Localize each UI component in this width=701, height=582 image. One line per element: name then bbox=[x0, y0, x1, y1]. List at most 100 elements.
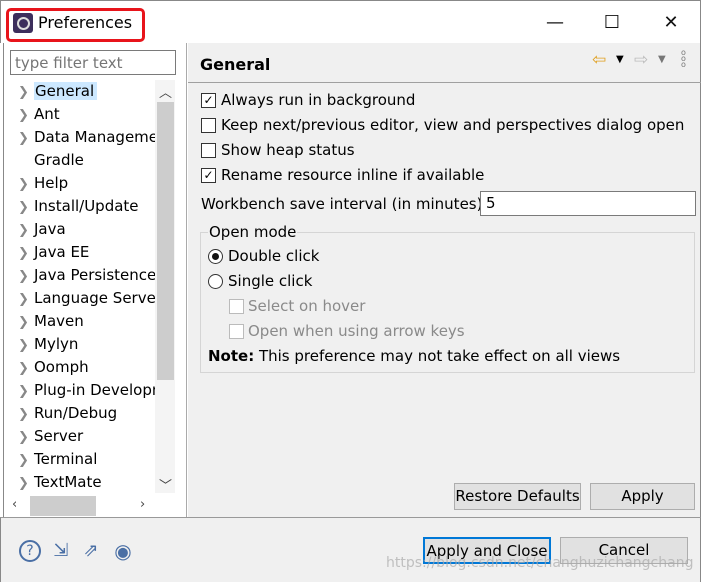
tree-item[interactable]: ❯Language Servers bbox=[18, 287, 156, 309]
window-title: Preferences bbox=[38, 13, 133, 32]
watermark: https://blog.csdn.net/changhuzichangchan… bbox=[386, 555, 694, 571]
scroll-left-icon[interactable]: ‹ bbox=[12, 497, 17, 512]
tree-item[interactable]: ❯Data Management bbox=[18, 126, 156, 148]
expand-chevron-icon[interactable]: ❯ bbox=[18, 197, 34, 217]
option-label: Rename resource inline if available bbox=[221, 166, 485, 184]
interval-label: Workbench save interval (in minutes): bbox=[201, 195, 488, 213]
option-checkbox[interactable] bbox=[201, 118, 216, 133]
expand-chevron-icon[interactable]: ❯ bbox=[18, 266, 34, 286]
vertical-scroll-thumb[interactable] bbox=[157, 102, 174, 380]
expand-chevron-icon[interactable]: ❯ bbox=[18, 82, 34, 102]
tree-item-label: Oomph bbox=[34, 358, 89, 376]
expand-chevron-icon[interactable]: ❯ bbox=[18, 404, 34, 424]
option-checkbox[interactable] bbox=[201, 143, 216, 158]
tree-item-label: Help bbox=[34, 174, 69, 192]
horizontal-scroll-thumb[interactable] bbox=[30, 496, 96, 516]
tree-item-label: Ant bbox=[34, 105, 60, 123]
maximize-button[interactable]: ☐ bbox=[597, 12, 627, 33]
expand-chevron-icon[interactable]: ❯ bbox=[18, 381, 34, 401]
note: Note: This preference may not take effec… bbox=[208, 347, 620, 365]
tree-item[interactable]: ❯ Maven bbox=[18, 310, 156, 332]
scroll-right-icon[interactable]: › bbox=[140, 497, 145, 512]
option-label: Keep next/previous editor, view and pers… bbox=[221, 116, 685, 134]
tree-item[interactable]: Gradle bbox=[18, 149, 156, 171]
tree-item[interactable]: ❯ Oomph bbox=[18, 356, 156, 378]
save-interval-input[interactable]: 5 bbox=[480, 191, 696, 216]
tree-item-label: Java Persistence bbox=[34, 266, 156, 284]
tree-item[interactable]: ❯ Mylyn bbox=[18, 333, 156, 355]
tree-item-label: Server bbox=[34, 427, 84, 445]
expand-chevron-icon[interactable]: ❯ bbox=[18, 427, 34, 447]
tree-item[interactable]: ❯ Install/Update bbox=[18, 195, 156, 217]
tree-item-label: Java bbox=[34, 220, 66, 238]
select-on-hover-label: Select on hover bbox=[248, 297, 366, 315]
tree-item[interactable]: ❯ Terminal bbox=[18, 448, 156, 470]
single-click-radio[interactable] bbox=[208, 274, 223, 289]
expand-chevron-icon[interactable]: ❯ bbox=[18, 450, 34, 470]
record-icon[interactable]: ◉ bbox=[112, 540, 134, 562]
tree-item[interactable]: ❯ Server bbox=[18, 425, 156, 447]
note-text: This preference may not take effect on a… bbox=[254, 347, 621, 365]
tree-item-label: Gradle bbox=[34, 151, 84, 169]
tree-item[interactable]: ❯ General bbox=[18, 80, 156, 102]
export-icon[interactable]: ⇗ bbox=[80, 540, 102, 562]
tree-item[interactable]: ❯ Java EE bbox=[18, 241, 156, 263]
expand-chevron-icon[interactable]: ❯ bbox=[18, 312, 34, 332]
arrow-keys-label: Open when using arrow keys bbox=[248, 322, 465, 340]
expand-chevron-icon[interactable]: ❯ bbox=[18, 243, 34, 263]
forward-menu-icon[interactable]: ▼ bbox=[658, 54, 666, 65]
scroll-down-icon[interactable]: ﹀ bbox=[159, 475, 172, 494]
double-click-label: Double click bbox=[228, 247, 320, 265]
apply-button[interactable]: Apply bbox=[590, 483, 695, 510]
back-menu-icon[interactable]: ▼ bbox=[616, 54, 624, 65]
select-on-hover-checkbox[interactable] bbox=[229, 299, 244, 314]
expand-chevron-icon[interactable]: ❯ bbox=[18, 289, 34, 309]
option-checkbox[interactable]: ✓ bbox=[201, 168, 216, 183]
expand-chevron-icon[interactable]: ❯ bbox=[18, 128, 34, 148]
single-click-label: Single click bbox=[228, 272, 313, 290]
forward-icon[interactable]: ⇨ bbox=[634, 50, 648, 70]
tree-item-label: Language Servers bbox=[34, 289, 156, 307]
tree-item[interactable]: ❯Plug-in Development bbox=[18, 379, 156, 401]
expand-chevron-icon[interactable]: ❯ bbox=[18, 358, 34, 378]
double-click-radio[interactable] bbox=[208, 249, 223, 264]
filter-input[interactable] bbox=[10, 50, 176, 75]
page-title: General bbox=[200, 55, 271, 74]
option-label: Always run in background bbox=[221, 91, 416, 109]
tree-item[interactable]: ❯ Java bbox=[18, 218, 156, 240]
back-icon[interactable]: ⇦ bbox=[592, 50, 606, 70]
tree-item[interactable]: ❯ Java Persistence bbox=[18, 264, 156, 286]
expand-chevron-icon[interactable]: ❯ bbox=[18, 220, 34, 240]
tree-item[interactable]: ❯ Ant bbox=[18, 103, 156, 125]
restore-defaults-button[interactable]: Restore Defaults bbox=[454, 483, 581, 510]
close-button[interactable]: ✕ bbox=[656, 12, 686, 33]
tree-item-label: TextMate bbox=[34, 473, 102, 491]
tree-item-label: Install/Update bbox=[34, 197, 139, 215]
note-label: Note: bbox=[208, 347, 255, 365]
expand-chevron-icon[interactable]: ❯ bbox=[18, 105, 34, 125]
eclipse-icon bbox=[13, 13, 33, 33]
help-icon[interactable]: ? bbox=[19, 540, 41, 562]
tree-item[interactable]: ❯ Run/Debug bbox=[18, 402, 156, 424]
minimize-button[interactable]: — bbox=[540, 12, 570, 33]
tree-item[interactable]: ❯ TextMate bbox=[18, 471, 156, 493]
tree-item-label: Mylyn bbox=[34, 335, 79, 353]
expand-chevron-icon[interactable]: ❯ bbox=[18, 473, 34, 493]
view-menu-icon[interactable]: ooo bbox=[681, 49, 686, 69]
tree-item-label: Java EE bbox=[34, 243, 90, 261]
tree-item-label: Data Management bbox=[34, 128, 156, 146]
open-mode-title: Open mode bbox=[208, 223, 298, 241]
tree-item[interactable]: ❯ Help bbox=[18, 172, 156, 194]
expand-chevron-icon[interactable]: ❯ bbox=[18, 335, 34, 355]
import-icon[interactable]: ⇲ bbox=[50, 540, 72, 562]
tree-item-label: General bbox=[34, 82, 98, 100]
tree-item-label: Plug-in Development bbox=[34, 381, 156, 399]
option-checkbox[interactable]: ✓ bbox=[201, 93, 216, 108]
option-label: Show heap status bbox=[221, 141, 355, 159]
scroll-up-icon[interactable]: ︿ bbox=[159, 82, 172, 101]
expand-chevron-icon[interactable]: ❯ bbox=[18, 174, 34, 194]
tree-item-label: Run/Debug bbox=[34, 404, 118, 422]
tree-item-label: Maven bbox=[34, 312, 84, 330]
tree-item-label: Terminal bbox=[34, 450, 98, 468]
arrow-keys-checkbox[interactable] bbox=[229, 324, 244, 339]
